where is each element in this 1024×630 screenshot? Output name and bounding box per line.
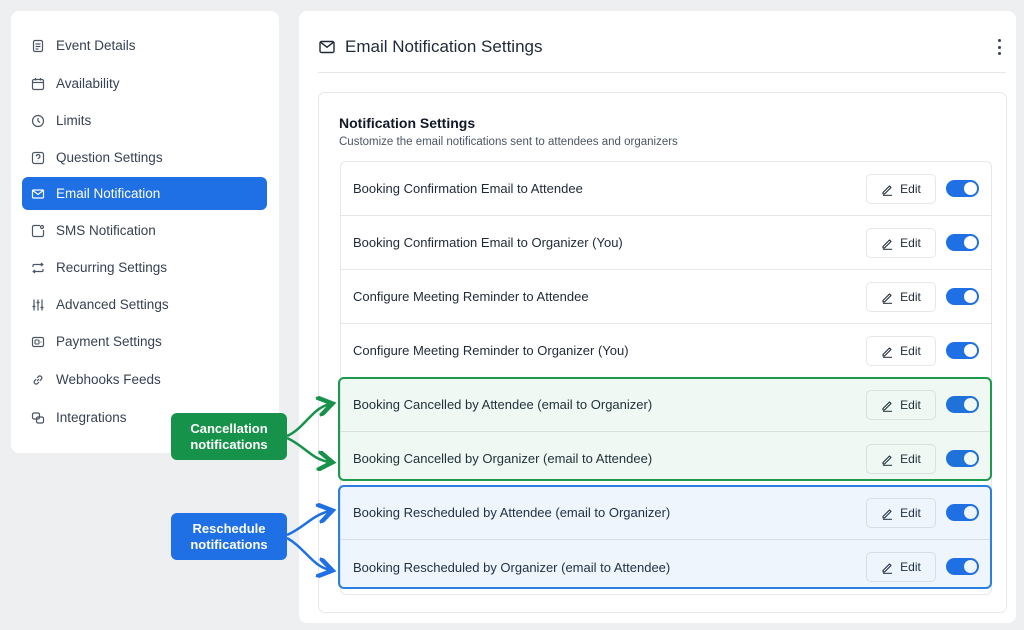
- sidebar-item-label: Advanced Settings: [56, 297, 169, 312]
- calendar-icon: [31, 77, 45, 91]
- notification-row: Configure Meeting Reminder to Attendee Ed…: [341, 270, 991, 324]
- clock-icon: [31, 114, 45, 128]
- callout-line: Cancellation: [190, 420, 268, 436]
- sidebar-item-advanced-settings[interactable]: Advanced Settings: [22, 288, 267, 321]
- repeat-icon: [31, 261, 45, 275]
- sidebar-item-question-settings[interactable]: Question Settings: [22, 141, 267, 174]
- sidebar-item-label: Availability: [56, 76, 120, 91]
- edit-button[interactable]: Edit: [866, 282, 936, 312]
- pencil-icon: [881, 507, 894, 520]
- sidebar-item-label: SMS Notification: [56, 223, 156, 238]
- sidebar-item-email-notification[interactable]: Email Notification: [22, 177, 267, 210]
- sidebar-item-label: Recurring Settings: [56, 260, 168, 275]
- sidebar-item-webhooks-feeds[interactable]: Webhooks Feeds: [22, 363, 267, 396]
- edit-label: Edit: [900, 560, 921, 574]
- payment-icon: [31, 335, 45, 349]
- cancellation-callout: Cancellation notifications: [171, 413, 287, 460]
- pencil-icon: [881, 345, 894, 358]
- sidebar-item-limits[interactable]: Limits: [22, 104, 267, 137]
- notification-row: Booking Cancelled by Attendee (email to …: [341, 378, 991, 432]
- notification-toggle[interactable]: [946, 288, 979, 305]
- sidebar-item-label: Event Details: [56, 38, 136, 53]
- header-divider: [318, 72, 1006, 73]
- edit-button[interactable]: Edit: [866, 552, 936, 582]
- link-icon: [31, 373, 45, 387]
- integrations-icon: [31, 411, 45, 425]
- settings-sidebar: Event Details Availability Limits Questi…: [11, 11, 279, 453]
- sidebar-item-sms-notification[interactable]: SMS Notification: [22, 214, 267, 247]
- notification-settings-card: Notification Settings Customize the emai…: [318, 92, 1007, 613]
- callout-line: notifications: [190, 436, 268, 452]
- sidebar-item-label: Email Notification: [56, 186, 161, 201]
- sidebar-item-availability[interactable]: Availability: [22, 67, 267, 100]
- notification-row: Configure Meeting Reminder to Organizer …: [341, 324, 991, 378]
- sidebar-item-label: Webhooks Feeds: [56, 372, 161, 387]
- notification-row: Booking Confirmation Email to Attendee Ed…: [341, 162, 991, 216]
- mail-icon: [319, 38, 337, 56]
- edit-label: Edit: [900, 452, 921, 466]
- notification-row: Booking Cancelled by Organizer (email to…: [341, 432, 991, 486]
- sidebar-item-label: Limits: [56, 113, 92, 128]
- edit-button[interactable]: Edit: [866, 390, 936, 420]
- edit-label: Edit: [900, 290, 921, 304]
- notification-list: Booking Confirmation Email to Attendee Ed…: [340, 161, 992, 595]
- sidebar-item-label: Question Settings: [56, 150, 163, 165]
- card-subtitle: Customize the email notifications sent t…: [339, 136, 678, 148]
- notification-row: Booking Rescheduled by Organizer (email …: [341, 540, 991, 594]
- card-title: Notification Settings: [339, 115, 476, 131]
- sliders-icon: [31, 298, 45, 312]
- edit-label: Edit: [900, 398, 921, 412]
- sms-icon: [31, 224, 45, 238]
- pencil-icon: [881, 399, 894, 412]
- document-icon: [31, 39, 45, 53]
- edit-label: Edit: [900, 506, 921, 520]
- email-settings-panel: Email Notification Settings Notification…: [299, 11, 1016, 623]
- callout-line: notifications: [190, 536, 268, 552]
- sidebar-item-payment-settings[interactable]: Payment Settings: [22, 325, 267, 358]
- notification-toggle[interactable]: [946, 180, 979, 197]
- mail-icon: [31, 187, 45, 201]
- question-icon: [31, 151, 45, 165]
- page-title: Email Notification Settings: [345, 37, 543, 56]
- reschedule-callout: Reschedule notifications: [171, 513, 287, 560]
- pencil-icon: [881, 561, 894, 574]
- pencil-icon: [881, 183, 894, 196]
- edit-label: Edit: [900, 236, 921, 250]
- callout-line: Reschedule: [192, 520, 266, 536]
- notification-toggle[interactable]: [946, 450, 979, 467]
- edit-button[interactable]: Edit: [866, 174, 936, 204]
- edit-button[interactable]: Edit: [866, 444, 936, 474]
- sidebar-item-label: Integrations: [56, 410, 127, 425]
- notification-toggle[interactable]: [946, 558, 979, 575]
- notification-toggle[interactable]: [946, 234, 979, 251]
- edit-button[interactable]: Edit: [866, 498, 936, 528]
- edit-button[interactable]: Edit: [866, 228, 936, 258]
- notification-toggle[interactable]: [946, 396, 979, 413]
- sidebar-item-label: Payment Settings: [56, 334, 162, 349]
- pencil-icon: [881, 453, 894, 466]
- edit-label: Edit: [900, 344, 921, 358]
- pencil-icon: [881, 291, 894, 304]
- edit-button[interactable]: Edit: [866, 336, 936, 366]
- edit-label: Edit: [900, 182, 921, 196]
- panel-header: Email Notification Settings: [319, 33, 542, 61]
- more-options-icon[interactable]: [996, 39, 1002, 55]
- notification-toggle[interactable]: [946, 504, 979, 521]
- notification-row: Booking Confirmation Email to Organizer …: [341, 216, 991, 270]
- sidebar-item-recurring-settings[interactable]: Recurring Settings: [22, 251, 267, 284]
- notification-toggle[interactable]: [946, 342, 979, 359]
- notification-row: Booking Rescheduled by Attendee (email t…: [341, 486, 991, 540]
- pencil-icon: [881, 237, 894, 250]
- sidebar-item-event-details[interactable]: Event Details: [22, 29, 267, 62]
